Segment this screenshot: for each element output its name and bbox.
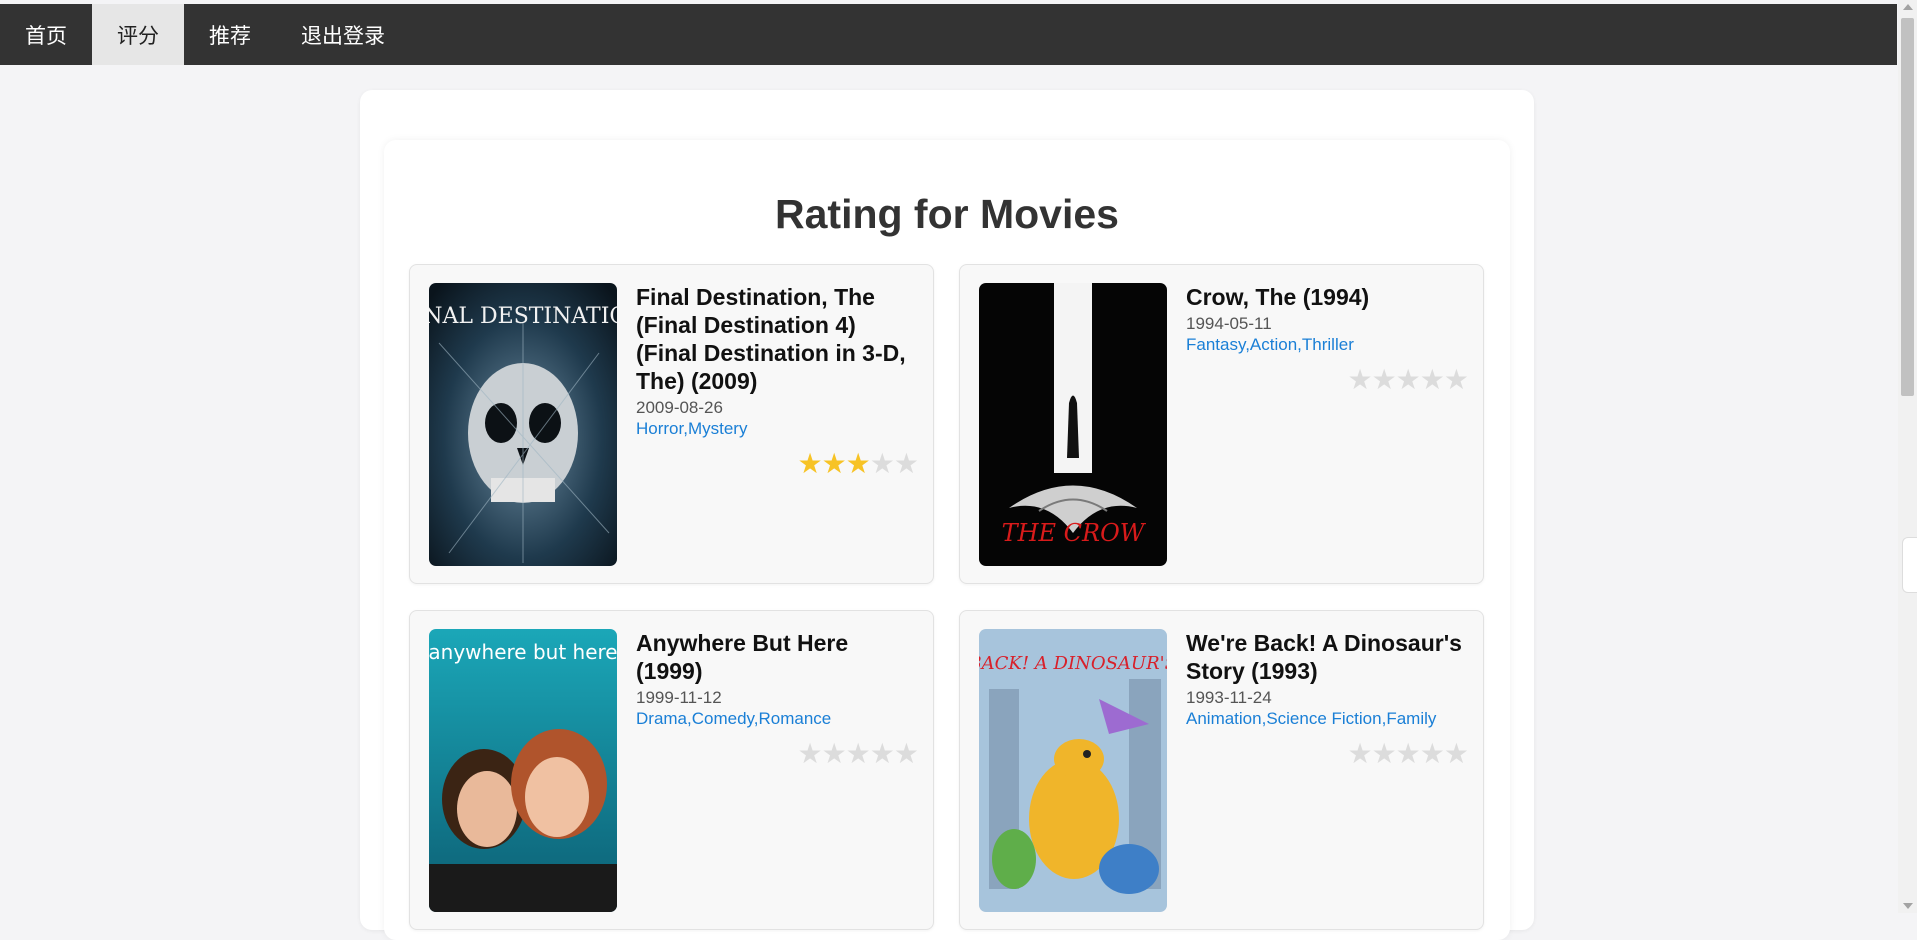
star-icon[interactable]: ★ [894, 738, 919, 769]
nav-item-rating[interactable]: 评分 [92, 4, 184, 65]
anywhere-but-here-poster-image: anywhere but here [429, 629, 617, 912]
star-icon[interactable]: ★ [1396, 738, 1421, 769]
movie-release-date: 1993-11-24 [1186, 688, 1272, 707]
star-icon[interactable]: ★ [870, 448, 895, 479]
nav-item-recommend[interactable]: 推荐 [184, 4, 276, 65]
movie-title: Final Destination, The (Final Destinatio… [636, 284, 906, 394]
star-icon[interactable]: ★ [846, 448, 871, 479]
svg-text:anywhere but here: anywhere but here [429, 640, 617, 664]
star-icon[interactable]: ★ [1420, 738, 1445, 769]
movie-title: Crow, The (1994) [1186, 284, 1370, 310]
final-destination-poster-image: FINAL DESTINATION [429, 283, 617, 566]
movie-card: WE'RE BACK! A DINOSAUR'S STORY We're Bac… [959, 610, 1484, 930]
movie-card: FINAL DESTINATION Final Destination, The… [409, 264, 934, 584]
top-nav-bar: 首页 评分 推荐 退出登录 [0, 4, 1897, 65]
star-icon[interactable]: ★ [1372, 364, 1397, 395]
star-icon[interactable]: ★ [822, 448, 847, 479]
star-icon[interactable]: ★ [1347, 738, 1372, 769]
star-rating: ★★★★★ [1186, 364, 1469, 395]
star-rating: ★★★★★ [636, 738, 919, 769]
star-icon[interactable]: ★ [870, 738, 895, 769]
movie-genres[interactable]: Animation,Science Fiction,Family [1186, 708, 1468, 729]
scroll-down-arrow-icon[interactable] [1903, 903, 1913, 909]
movie-release-date: 1999-11-12 [636, 688, 722, 707]
movie-genres[interactable]: Horror,Mystery [636, 418, 918, 439]
star-icon[interactable]: ★ [1420, 364, 1445, 395]
svg-text:FINAL DESTINATION: FINAL DESTINATION [429, 304, 617, 329]
scroll-up-arrow-icon[interactable] [1903, 4, 1913, 10]
nav-item-home[interactable]: 首页 [0, 4, 92, 65]
star-icon[interactable]: ★ [797, 448, 822, 479]
movie-card: anywhere but here Anywhere But Here (199… [409, 610, 934, 930]
star-icon[interactable]: ★ [822, 738, 847, 769]
movie-release-date: 2009-08-26 [636, 398, 723, 417]
content-panel: Rating for Movies NAL DESTINATI Final De… [360, 90, 1534, 940]
movie-genres[interactable]: Fantasy,Action,Thriller [1186, 334, 1468, 355]
page-title: Rating for Movies [775, 191, 1119, 237]
rating-card: Rating for Movies NAL DESTINATI Final De… [384, 140, 1510, 940]
star-icon[interactable]: ★ [1347, 364, 1372, 395]
movie-poster[interactable]: FINAL DESTINATION [429, 283, 617, 566]
were-back-poster-image: WE'RE BACK! A DINOSAUR'S STORY [979, 629, 1167, 912]
star-rating: ★★★★★ [1186, 738, 1469, 769]
star-icon[interactable]: ★ [1372, 738, 1397, 769]
star-icon[interactable]: ★ [1396, 364, 1421, 395]
nav-item-logout[interactable]: 退出登录 [276, 4, 410, 65]
movie-title: We're Back! A Dinosaur's Story (1993) [1186, 630, 1462, 684]
side-panel-tab[interactable] [1902, 537, 1917, 593]
star-icon[interactable]: ★ [1444, 738, 1469, 769]
movie-poster[interactable]: anywhere but here [429, 629, 617, 912]
star-icon[interactable]: ★ [1444, 364, 1469, 395]
movie-release-date: 1994-05-11 [1186, 314, 1272, 333]
movie-poster[interactable]: THE CROW [979, 283, 1167, 566]
scrollbar-thumb[interactable] [1901, 18, 1914, 396]
svg-text:THE CROW: THE CROW [1002, 519, 1147, 547]
movie-card: THE CROW Crow, The (1994) 1994-05-11 Fan… [959, 264, 1484, 584]
movie-genres[interactable]: Drama,Comedy,Romance [636, 708, 918, 729]
star-rating: ★★★★★ [636, 448, 919, 479]
movie-title: Anywhere But Here (1999) [636, 630, 849, 684]
svg-text:WE'RE BACK! A DINOSAUR'S STORY: WE'RE BACK! A DINOSAUR'S STORY [979, 653, 1167, 674]
star-icon[interactable]: ★ [846, 738, 871, 769]
movie-poster[interactable]: WE'RE BACK! A DINOSAUR'S STORY [979, 629, 1167, 912]
vertical-scrollbar[interactable] [1898, 0, 1917, 913]
star-icon[interactable]: ★ [894, 448, 919, 479]
crow-poster-image: THE CROW [979, 283, 1167, 566]
star-icon[interactable]: ★ [797, 738, 822, 769]
